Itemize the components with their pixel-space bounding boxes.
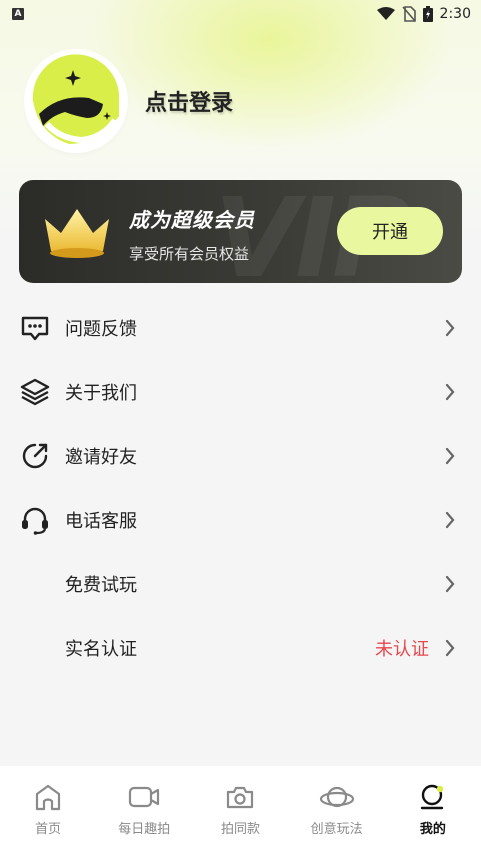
menu-item-invite[interactable]: 邀请好友 bbox=[0, 424, 481, 488]
open-vip-button[interactable]: 开通 bbox=[337, 207, 443, 255]
feedback-icon bbox=[19, 312, 51, 344]
menu-label: 邀请好友 bbox=[65, 447, 137, 468]
headset-icon bbox=[19, 504, 51, 536]
status-time: 2:30 bbox=[439, 6, 471, 22]
crown-icon bbox=[45, 209, 109, 258]
chevron-right-icon bbox=[445, 575, 455, 593]
menu-item-free-trial[interactable]: 免费试玩 bbox=[0, 552, 481, 616]
tab-daily-shoot[interactable]: 每日趣拍 bbox=[96, 766, 192, 837]
verification-status: 未认证 bbox=[375, 639, 429, 660]
vip-card[interactable]: VIP 成为超级会员 享受所有会员权益 开通 bbox=[19, 180, 462, 283]
vip-subtitle: 享受所有会员权益 bbox=[129, 245, 250, 263]
status-bar: A 2:30 bbox=[0, 0, 481, 28]
settings-menu: 问题反馈 关于我们 邀请好友 电话客服 免费试玩 实名认证 未认证 bbox=[0, 296, 481, 680]
tab-creative-play[interactable]: 创意玩法 bbox=[289, 766, 385, 837]
tab-mine[interactable]: 我的 bbox=[385, 766, 481, 837]
login-prompt[interactable]: 点击登录 bbox=[145, 85, 233, 117]
chevron-right-icon bbox=[445, 319, 455, 337]
planet-icon bbox=[319, 782, 355, 812]
tab-home[interactable]: 首页 bbox=[0, 766, 96, 837]
tab-label: 我的 bbox=[419, 822, 446, 837]
chevron-right-icon bbox=[445, 447, 455, 465]
tab-label: 每日趣拍 bbox=[118, 822, 171, 837]
profile-icon bbox=[418, 782, 448, 812]
menu-label: 问题反馈 bbox=[65, 319, 137, 340]
avatar[interactable] bbox=[27, 52, 125, 150]
app-notification-icon: A bbox=[12, 8, 24, 20]
share-icon bbox=[19, 440, 51, 472]
avatar-mascot-icon bbox=[29, 54, 123, 148]
menu-label: 关于我们 bbox=[65, 383, 137, 404]
home-icon bbox=[33, 782, 63, 812]
menu-item-real-name-verification[interactable]: 实名认证 未认证 bbox=[0, 616, 481, 680]
bottom-tab-bar: 首页 每日趣拍 拍同款 创意玩法 我的 bbox=[0, 766, 481, 856]
menu-label: 实名认证 bbox=[65, 639, 137, 660]
video-camera-icon bbox=[128, 782, 160, 812]
no-sim-icon bbox=[401, 6, 416, 22]
tab-label: 首页 bbox=[35, 822, 62, 837]
menu-label: 电话客服 bbox=[65, 511, 137, 532]
menu-item-feedback[interactable]: 问题反馈 bbox=[0, 296, 481, 360]
chevron-right-icon bbox=[445, 639, 455, 657]
layers-icon bbox=[19, 376, 51, 408]
battery-charging-icon bbox=[422, 6, 433, 22]
menu-item-phone-support[interactable]: 电话客服 bbox=[0, 488, 481, 552]
profile-section[interactable]: 点击登录 bbox=[27, 52, 233, 150]
camera-icon bbox=[225, 782, 255, 812]
tab-same-style[interactable]: 拍同款 bbox=[192, 766, 288, 837]
menu-item-about[interactable]: 关于我们 bbox=[0, 360, 481, 424]
menu-label: 免费试玩 bbox=[65, 575, 137, 596]
chevron-right-icon bbox=[445, 511, 455, 529]
tab-label: 创意玩法 bbox=[310, 822, 363, 837]
wifi-icon bbox=[376, 7, 395, 20]
tab-label: 拍同款 bbox=[220, 822, 260, 837]
chevron-right-icon bbox=[445, 383, 455, 401]
vip-title: 成为超级会员 bbox=[129, 208, 255, 232]
